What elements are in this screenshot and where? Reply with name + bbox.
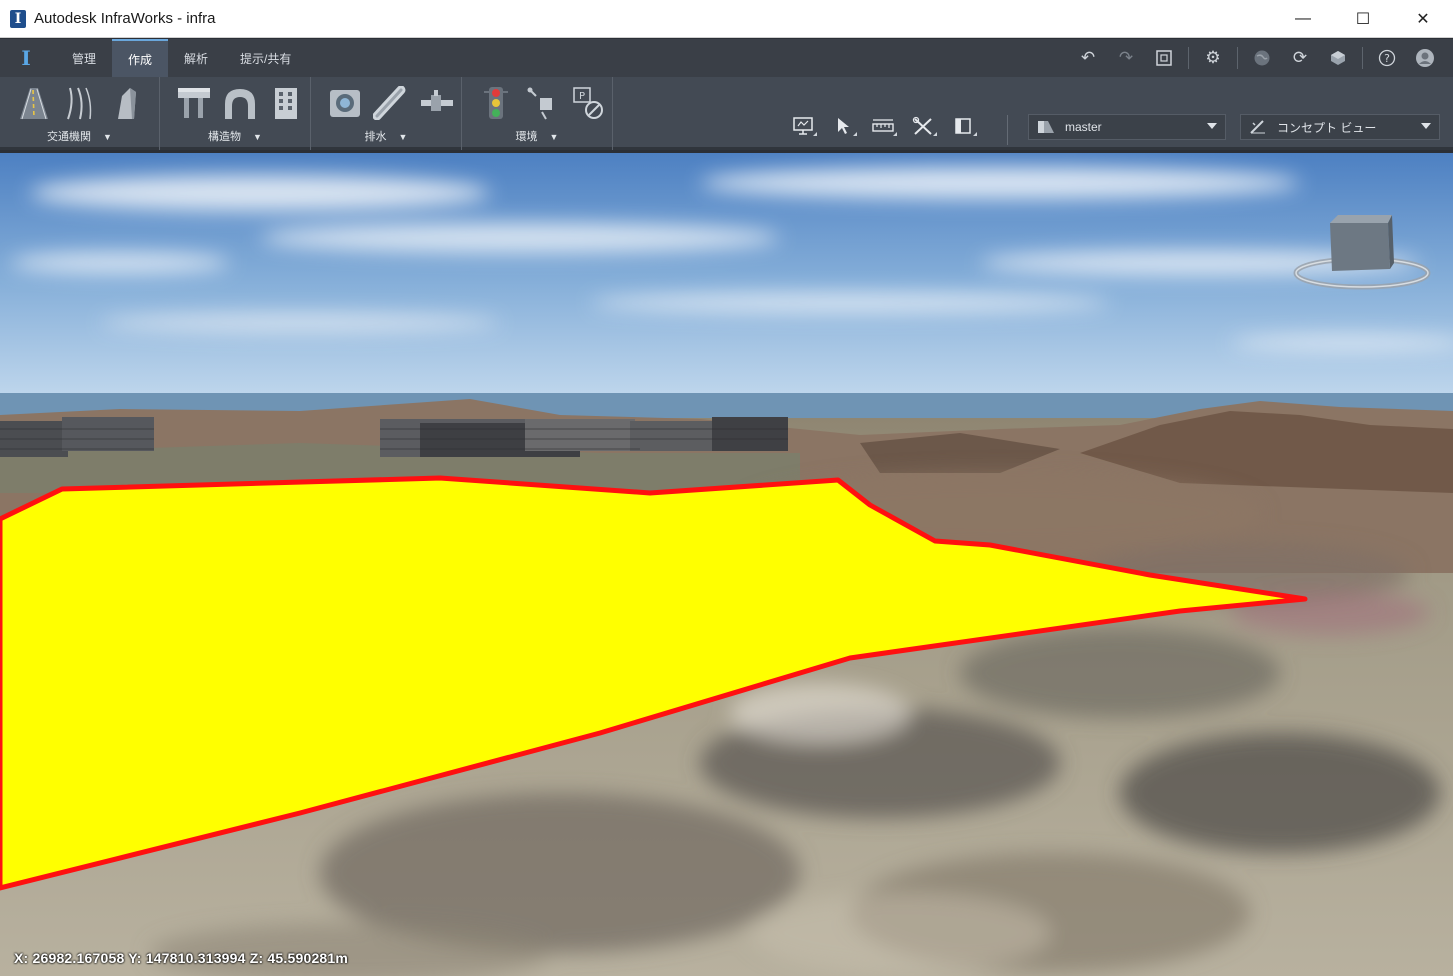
ribbon-group-label: 交通機関 [47, 131, 92, 143]
tab-present-share[interactable]: 提示/共有 [224, 39, 307, 77]
infraworks-app-icon: I [10, 9, 26, 28]
proposal-icon [1035, 118, 1057, 136]
maximize-button[interactable]: ☐ [1333, 0, 1393, 38]
help-icon[interactable]: ? [1369, 39, 1405, 77]
chevron-down-icon: ▼ [103, 132, 112, 142]
panel-icon[interactable] [946, 113, 980, 139]
parking-icon[interactable]: P [568, 85, 608, 121]
window-controls: — ☐ ✕ [1273, 0, 1453, 38]
ribbon-panel: 交通機関 ▼ 構造物 ▼ 排水 ▼ P 環境 ▼ master コンセプト ビュ… [0, 77, 1453, 150]
ribbon-group-transportation: 交通機関 ▼ [0, 77, 160, 150]
tab-manage[interactable]: 管理 [56, 39, 112, 77]
measure-icon[interactable] [866, 113, 900, 139]
toolbar-divider [1237, 47, 1238, 69]
minimize-button[interactable]: — [1273, 0, 1333, 38]
sync-icon[interactable]: ⟳ [1282, 39, 1318, 77]
ribbon-tabbar: I 管理 作成 解析 提示/共有 ↶ ↷ ⚙ ⟳ ? [0, 39, 1453, 77]
curb-icon[interactable] [106, 85, 146, 121]
presentation-icon[interactable] [786, 113, 820, 139]
select-icon[interactable] [826, 113, 860, 139]
ribbon-group-environment: P 環境 ▼ [462, 77, 613, 150]
ribbon-group-label: 排水 [364, 131, 387, 143]
bridge-icon[interactable] [174, 85, 214, 121]
toolbar-divider [1188, 47, 1189, 69]
proposal-value: master [1065, 120, 1102, 134]
window-titlebar: I Autodesk InfraWorks - infra — ☐ ✕ [0, 0, 1453, 38]
chevron-down-icon: ▼ [398, 132, 408, 142]
close-button[interactable]: ✕ [1393, 0, 1453, 38]
tab-analyze[interactable]: 解析 [168, 39, 224, 77]
tree-icon[interactable] [522, 85, 562, 121]
quick-access-toolbar: ↶ ↷ ⚙ ⟳ ? [1070, 39, 1443, 77]
pipe-icon[interactable] [371, 85, 411, 121]
toolbar-divider [1007, 115, 1008, 145]
cursor-coordinates: X: 26982.167058 Y: 147810.313994 Z: 45.5… [14, 950, 349, 966]
model-icon[interactable] [1320, 39, 1356, 77]
chevron-down-icon [1421, 123, 1431, 129]
redo-icon[interactable]: ↷ [1108, 39, 1144, 77]
drain-icon[interactable] [325, 85, 365, 121]
road-icon[interactable] [14, 85, 54, 121]
window-title: Autodesk InfraWorks - infra [34, 10, 216, 27]
tunnel-icon[interactable] [220, 85, 260, 121]
ribbon-group-drainage: 排水 ▼ [311, 77, 462, 150]
pipe-connector-icon[interactable] [417, 85, 457, 121]
ribbon-group-structures: 構造物 ▼ [160, 77, 311, 150]
ribbon-group-label: 構造物 [208, 131, 242, 143]
scene-render [0, 153, 1453, 976]
settings-icon[interactable]: ⚙ [1195, 39, 1231, 77]
fit-view-icon[interactable] [1146, 39, 1182, 77]
user-avatar-icon[interactable] [1407, 39, 1443, 77]
infraworks-menu-icon[interactable]: I [0, 39, 52, 77]
ribbon-group-label: 環境 [515, 131, 538, 143]
building-icon[interactable] [266, 85, 306, 121]
chevron-down-icon: ▼ [549, 132, 559, 142]
view-tools [786, 113, 980, 139]
tools-icon[interactable] [906, 113, 940, 139]
toolbar-divider [1362, 47, 1363, 69]
chevron-down-icon [1207, 123, 1217, 129]
visual-style-dropdown[interactable]: コンセプト ビュー [1240, 114, 1440, 140]
proposal-dropdown[interactable]: master [1028, 114, 1226, 140]
chevron-down-icon: ▼ [253, 132, 262, 142]
undo-icon[interactable]: ↶ [1070, 39, 1106, 77]
rail-icon[interactable] [60, 85, 100, 121]
svg-text:P: P [579, 91, 585, 102]
pencil-icon [1247, 118, 1269, 136]
tab-create[interactable]: 作成 [112, 39, 169, 77]
3d-viewport[interactable]: X: 26982.167058 Y: 147810.313994 Z: 45.5… [0, 153, 1453, 976]
traffic-light-icon[interactable] [476, 85, 516, 121]
globe-icon[interactable] [1244, 39, 1280, 77]
visual-style-value: コンセプト ビュー [1277, 120, 1377, 135]
buildings [0, 417, 788, 457]
svg-text:?: ? [1384, 52, 1390, 65]
